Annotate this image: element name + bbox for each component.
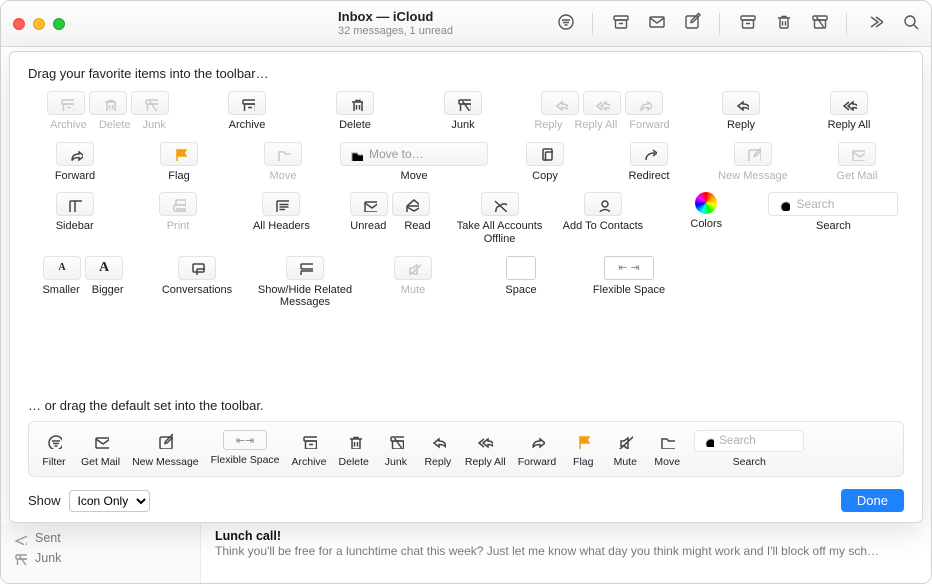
message-body-preview: Think you'll be free for a lunchtime cha…	[215, 543, 917, 559]
move-icon[interactable]	[652, 430, 682, 452]
copy-button[interactable]	[526, 142, 564, 166]
reply-icon[interactable]	[423, 430, 453, 452]
mute-icon[interactable]	[610, 430, 640, 452]
default-caption: … or drag the default set into the toolb…	[28, 398, 904, 413]
allheaders-button[interactable]	[262, 192, 300, 216]
search-field[interactable]: Search	[694, 430, 804, 452]
offline-button[interactable]	[481, 192, 519, 216]
filter-icon[interactable]	[39, 430, 69, 452]
flag-icon[interactable]	[568, 430, 598, 452]
mute-button[interactable]	[394, 256, 432, 280]
flexspace-item[interactable]: ⇤ ⇥	[604, 256, 654, 280]
separator	[719, 13, 720, 35]
archive-button[interactable]	[228, 91, 266, 115]
getmail-button[interactable]	[838, 142, 876, 166]
delete-button[interactable]	[336, 91, 374, 115]
window-subtitle: 32 messages, 1 unread	[338, 25, 453, 37]
compose-icon[interactable]	[150, 430, 180, 452]
replyall-button[interactable]	[830, 91, 868, 115]
redirect-button[interactable]	[630, 142, 668, 166]
space-item[interactable]	[506, 256, 536, 280]
default-toolbar-set[interactable]: Filter Get Mail New Message ⇤⇥Flexible S…	[28, 421, 904, 477]
addcontacts-button[interactable]	[584, 192, 622, 216]
separator	[592, 13, 593, 35]
read-icon[interactable]	[392, 192, 430, 216]
junk-icon[interactable]	[381, 430, 411, 452]
sidebar-item-junk[interactable]: Junk	[13, 551, 188, 565]
separator	[846, 13, 847, 35]
move-button[interactable]	[264, 142, 302, 166]
minimize-icon[interactable]	[33, 18, 45, 30]
related-button[interactable]	[286, 256, 324, 280]
smaller-icon[interactable]: A	[43, 256, 81, 280]
forward-icon[interactable]	[625, 91, 663, 115]
print-button[interactable]	[159, 192, 197, 216]
envelope-icon[interactable]	[647, 12, 665, 35]
show-label: Show	[28, 493, 61, 508]
show-mode-select[interactable]: Icon Only	[69, 490, 150, 512]
trash-icon[interactable]	[774, 12, 792, 35]
flexspace-icon[interactable]: ⇤⇥	[223, 430, 267, 450]
bigger-icon[interactable]: A	[85, 256, 123, 280]
replyall-icon[interactable]	[470, 430, 500, 452]
archive-icon[interactable]	[47, 91, 85, 115]
compose-icon[interactable]	[683, 12, 701, 35]
junk-icon[interactable]	[131, 91, 169, 115]
sidebar-item-sent[interactable]: Sent	[13, 531, 188, 545]
zoom-icon[interactable]	[53, 18, 65, 30]
move-to-field[interactable]: Move to…	[340, 142, 488, 166]
forward-icon[interactable]	[522, 430, 552, 452]
archive-icon[interactable]	[294, 430, 324, 452]
customize-toolbar-sheet: Drag your favorite items into the toolba…	[9, 51, 923, 523]
getmail-icon[interactable]	[86, 430, 116, 452]
archive-icon[interactable]	[611, 12, 629, 35]
forward-button[interactable]	[56, 142, 94, 166]
filter-icon[interactable]	[556, 12, 574, 35]
trash-icon[interactable]	[339, 430, 369, 452]
junk-button[interactable]	[444, 91, 482, 115]
window-title: Inbox — iCloud	[338, 10, 453, 24]
sidebar: Sent Junk	[1, 523, 201, 583]
unread-icon[interactable]	[350, 192, 388, 216]
search-field[interactable]: Search	[768, 192, 898, 216]
archive-icon[interactable]	[738, 12, 756, 35]
reply-button[interactable]	[722, 91, 760, 115]
more-icon[interactable]	[865, 12, 883, 35]
search-icon[interactable]	[901, 12, 919, 35]
junk-icon[interactable]	[810, 12, 828, 35]
close-icon[interactable]	[13, 18, 25, 30]
conversations-button[interactable]	[178, 256, 216, 280]
done-button[interactable]: Done	[841, 489, 904, 512]
flag-button[interactable]	[160, 142, 198, 166]
sidebar-button[interactable]	[56, 192, 94, 216]
reply-icon[interactable]	[541, 91, 579, 115]
trash-icon[interactable]	[89, 91, 127, 115]
sheet-intro: Drag your favorite items into the toolba…	[28, 66, 904, 81]
window-titlebar: Inbox — iCloud 32 messages, 1 unread	[1, 1, 931, 47]
message-subject: Lunch call!	[215, 529, 917, 543]
replyall-icon[interactable]	[583, 91, 621, 115]
newmessage-button[interactable]	[734, 142, 772, 166]
colors-icon[interactable]	[695, 192, 717, 214]
message-preview: Lunch call! Think you'll be free for a l…	[201, 523, 931, 583]
